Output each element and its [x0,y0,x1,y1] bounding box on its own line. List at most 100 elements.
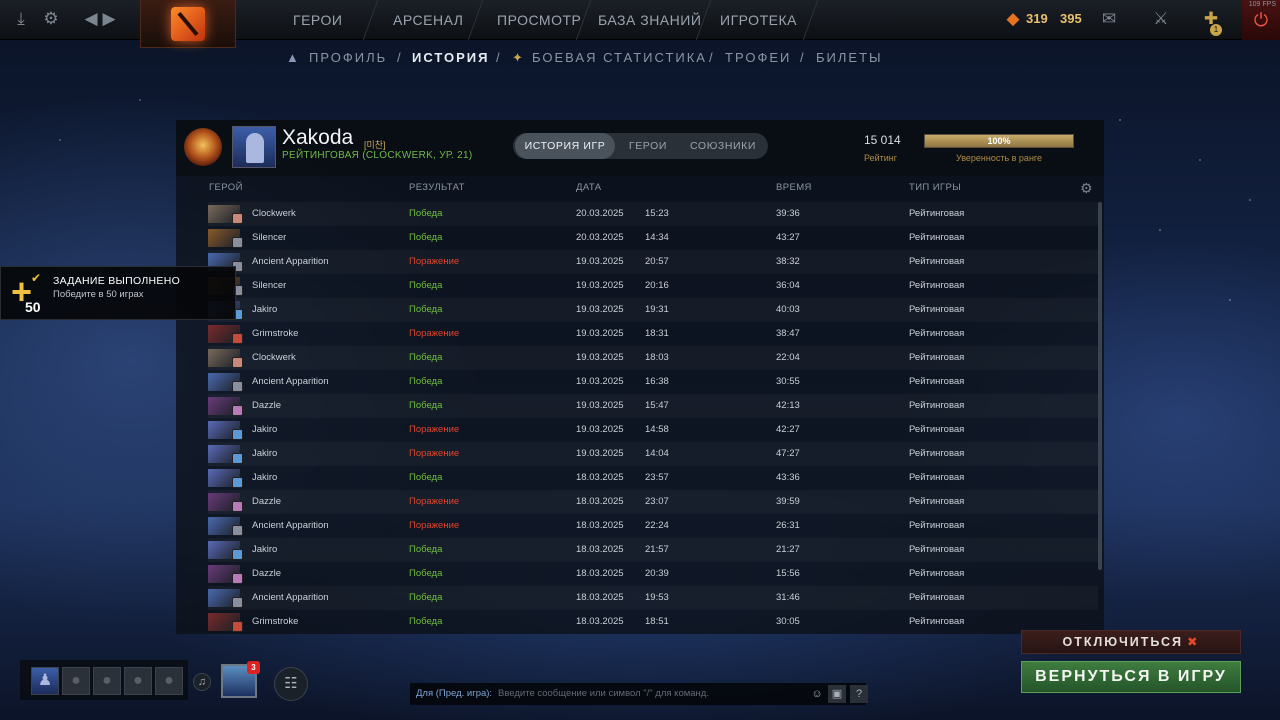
hero-facet-icon [232,357,243,368]
friends-icon[interactable]: ☷ [274,667,308,701]
match-duration: 22:04 [776,352,800,363]
match-duration: 40:03 [776,304,800,315]
rating-label: Рейтинг [864,153,898,163]
match-time: 19:31 [645,304,669,315]
game-type: Рейтинговая [909,544,965,555]
table-row[interactable]: Grimstroke Победа 18.03.2025 18:51 30:05 Рейт… [208,610,1098,634]
avatar[interactable] [232,126,276,168]
armory-icon[interactable]: ⚔ [1150,8,1172,30]
hero-name: Silencer [252,280,287,291]
hero-facet-icon [232,381,243,392]
game-type: Рейтинговая [909,232,965,243]
match-result: Победа [409,232,443,243]
confidence-text: 100% [987,136,1011,146]
subnav-profile[interactable]: ПРОФИЛЬ [309,50,387,65]
match-date: 19.03.2025 [576,256,624,267]
hero-notif-badge: 3 [247,661,260,674]
table-row[interactable]: Clockwerk Победа 20.03.2025 15:23 39:36 Рейти… [208,202,1098,226]
subnav-trophies[interactable]: ТРОФЕИ [725,50,791,65]
subnav-history[interactable]: ИСТОРИЯ [412,50,490,65]
match-result: Поражение [409,520,460,531]
hero-facet-icon [232,477,243,488]
download-icon[interactable]: ⤓ [10,8,32,30]
match-date: 20.03.2025 [576,232,624,243]
image-icon[interactable]: ▣ [828,685,846,703]
nav-learn[interactable]: БАЗА ЗНАНИЙ [598,0,701,40]
table-row[interactable]: Dazzle Победа 19.03.2025 15:47 42:13 Рейтинго… [208,394,1098,418]
party-slot-empty[interactable]: ● [155,667,183,695]
subnav-combat-stats[interactable]: БОЕВАЯ СТАТИСТИКА [532,50,707,65]
table-row[interactable]: Dazzle Поражение 18.03.2025 23:07 39:59 Рейти… [208,490,1098,514]
hero-name: Grimstroke [252,328,299,339]
match-time: 18:51 [645,616,669,627]
stats-icon: ✦ [512,50,525,65]
chat-channel[interactable]: Для (Пред. игра): [416,688,492,699]
emoji-icon[interactable]: ☺ [808,685,826,703]
party-slot-empty[interactable]: ● [62,667,90,695]
col-hero[interactable]: ГЕРОЙ [209,182,243,193]
nav-watch[interactable]: ПРОСМОТР [497,0,581,40]
table-row[interactable]: Ancient Apparition Победа 19.03.2025 16:38 3… [208,370,1098,394]
table-row[interactable]: Silencer Победа 19.03.2025 20:16 36:04 Рейтин… [208,274,1098,298]
match-date: 18.03.2025 [576,616,624,627]
quest-complete-toast[interactable]: + ✔ 50 ЗАДАНИЕ ВЫПОЛНЕНО Победите в 50 и… [0,266,236,320]
table-row[interactable]: Jakiro Поражение 19.03.2025 14:58 42:27 Рейти… [208,418,1098,442]
subnav-tickets[interactable]: БИЛЕТЫ [816,50,883,65]
table-row[interactable]: Jakiro Победа 18.03.2025 21:57 21:27 Рейтинго… [208,538,1098,562]
gear-icon[interactable]: ⚙ [40,8,62,30]
table-row[interactable]: Ancient Apparition Победа 18.03.2025 19:53 3… [208,586,1098,610]
gold-count: 395 [1060,11,1082,26]
table-row[interactable]: Ancient Apparition Поражение 18.03.2025 22:… [208,514,1098,538]
rank-medal-icon [184,128,222,166]
table-row[interactable]: Silencer Победа 20.03.2025 14:34 43:27 Рейтин… [208,226,1098,250]
tab-heroes[interactable]: ГЕРОИ [617,133,679,159]
col-game-type[interactable]: ТИП ИГРЫ [909,182,961,193]
match-date: 20.03.2025 [576,208,624,219]
match-date: 18.03.2025 [576,544,624,555]
voice-chat-icon[interactable]: ♫ [193,673,211,691]
table-row[interactable]: Jakiro Поражение 19.03.2025 14:04 47:27 Рейти… [208,442,1098,466]
nav-divider [802,0,819,40]
hero-name: Dazzle [252,496,282,507]
col-date[interactable]: ДАТА [576,182,601,193]
table-row[interactable]: Ancient Apparition Поражение 19.03.2025 20:… [208,250,1098,274]
close-icon: ✖ [1187,635,1200,649]
resume-game-button[interactable]: ВЕРНУТЬСЯ В ИГРУ [1021,661,1241,693]
table-row[interactable]: Jakiro Победа 18.03.2025 23:57 43:36 Рейтинго… [208,466,1098,490]
tab-allies[interactable]: СОЮЗНИКИ [681,133,765,159]
hero-name: Clockwerk [252,352,296,363]
match-time: 14:34 [645,232,669,243]
match-time: 23:07 [645,496,669,507]
nav-heroes[interactable]: ГЕРОИ [293,0,342,40]
nav-arcade[interactable]: ИГРОТЕКА [720,0,797,40]
settings-gear-icon[interactable]: ⚙ [1080,180,1093,197]
match-time: 23:57 [645,472,669,483]
match-duration: 39:36 [776,208,800,219]
col-duration[interactable]: ВРЕМЯ [776,182,812,193]
match-time: 21:57 [645,544,669,555]
forward-arrow-icon[interactable]: ▶ [98,8,120,30]
table-row[interactable]: Dazzle Победа 18.03.2025 20:39 15:56 Рейтинго… [208,562,1098,586]
party-slot-empty[interactable]: ● [93,667,121,695]
party-slot-empty[interactable]: ● [124,667,152,695]
chat-box[interactable]: Для (Пред. игра): Введите сообщение или … [410,683,868,705]
col-result[interactable]: РЕЗУЛЬТАТ [409,182,465,193]
current-hero-portrait[interactable]: 3 [221,661,260,698]
scrollbar[interactable] [1098,202,1102,570]
table-row[interactable]: Clockwerk Победа 19.03.2025 18:03 22:04 Рейти… [208,346,1098,370]
hero-facet-icon [232,333,243,344]
dota-logo[interactable] [140,0,236,48]
disconnect-button[interactable]: ОТКЛЮЧИТЬСЯ ✖ [1021,630,1241,654]
party-slot-self[interactable]: ♟ [31,667,59,695]
game-type: Рейтинговая [909,520,965,531]
shard-icon: ◆ [1006,9,1020,28]
mail-icon[interactable]: ✉ [1098,8,1120,30]
chat-input[interactable]: Введите сообщение или символ "/" для ком… [498,688,709,699]
nav-arsenal[interactable]: АРСЕНАЛ [393,0,463,40]
table-row[interactable]: Jakiro Победа 19.03.2025 19:31 40:03 Рейтинго… [208,298,1098,322]
help-icon[interactable]: ? [850,685,868,703]
game-type: Рейтинговая [909,280,965,291]
table-row[interactable]: Grimstroke Поражение 19.03.2025 18:31 38:47 Р… [208,322,1098,346]
tab-match-history[interactable]: ИСТОРИЯ ИГР [515,133,615,159]
hero-facet-icon [232,573,243,584]
